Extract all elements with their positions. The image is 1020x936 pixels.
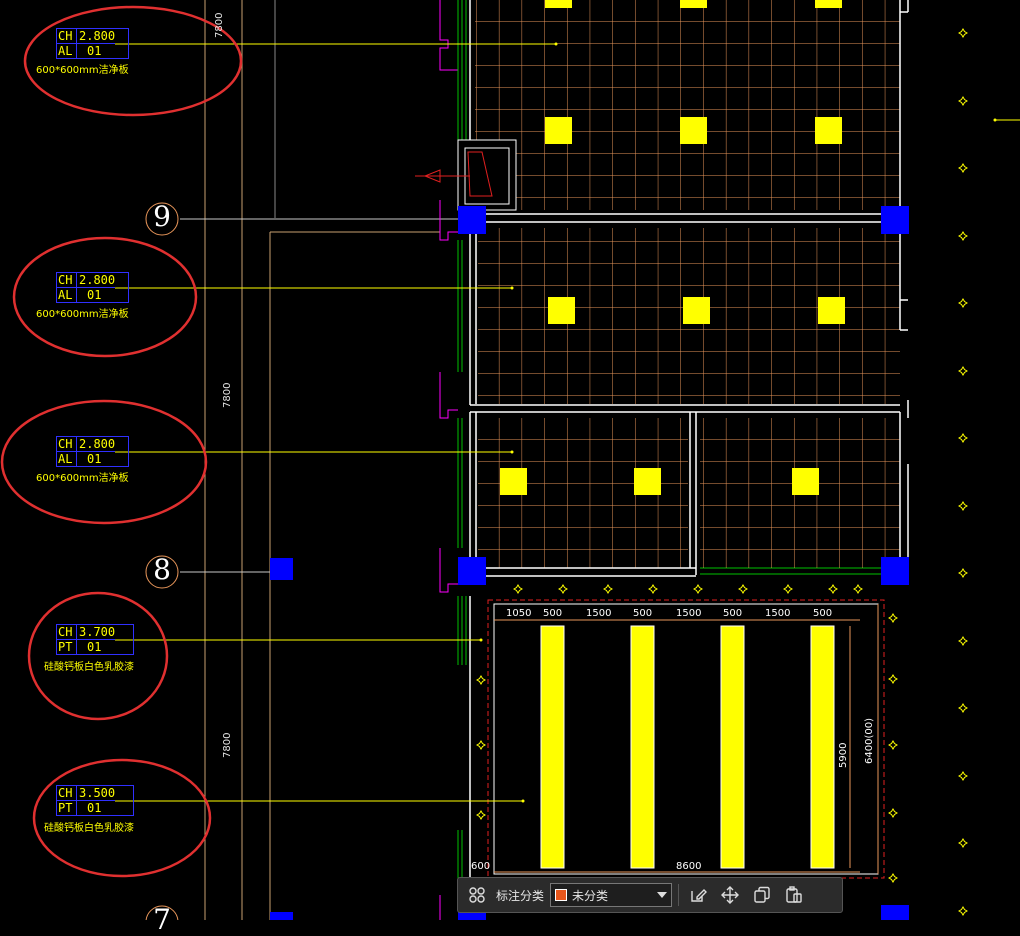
ceiling-marker [693, 584, 703, 594]
ceiling-marker [738, 584, 748, 594]
ceiling-marker [603, 584, 613, 594]
ceiling-marker [888, 808, 898, 818]
leader-dot [479, 638, 483, 642]
ceiling-marker [888, 674, 898, 684]
grid-axis-bubbles [145, 202, 179, 920]
leader-dot [521, 799, 525, 803]
lighting-room [487, 599, 885, 879]
ceiling-marker [888, 873, 898, 883]
ceiling-marker [958, 838, 968, 848]
ceiling-marker [513, 584, 523, 594]
leader-dot [510, 450, 514, 454]
axis-lines [180, 0, 462, 920]
annotation-toolbar: 标注分类 未分类 [457, 877, 843, 913]
ceiling-marker [783, 584, 793, 594]
ceiling-marker [958, 433, 968, 443]
leader-dot [993, 118, 997, 122]
paste-icon[interactable] [781, 882, 807, 908]
chevron-down-icon [657, 892, 668, 898]
leader-dot [510, 286, 514, 290]
ceiling-marker [958, 501, 968, 511]
ceiling-marker [958, 568, 968, 578]
ceiling-marker [958, 231, 968, 241]
ceiling-room-2 [478, 228, 900, 404]
toolbar-divider [678, 884, 680, 906]
ceiling-room-1 [475, 0, 900, 210]
ceiling-marker [828, 584, 838, 594]
grid-icon[interactable] [464, 882, 490, 908]
ceiling-room-3 [478, 418, 688, 568]
ceiling-marker [476, 740, 486, 750]
ceiling-marker [958, 298, 968, 308]
ceiling-marker [476, 810, 486, 820]
category-selected-value: 未分类 [572, 888, 609, 903]
ceiling-marker [648, 584, 658, 594]
move-icon[interactable] [717, 882, 743, 908]
edit-icon[interactable] [685, 882, 711, 908]
ceiling-marker [958, 906, 968, 916]
category-color-swatch [555, 889, 568, 901]
ceiling-marker [958, 771, 968, 781]
outer-wall-contour [439, 0, 458, 920]
ceiling-marker [958, 636, 968, 646]
ceiling-marker [888, 613, 898, 623]
copy-icon[interactable] [749, 882, 775, 908]
ceiling-marker [958, 366, 968, 376]
cad-drawing-canvas[interactable] [0, 0, 1020, 920]
ceiling-marker [558, 584, 568, 594]
leader-dot [554, 42, 558, 46]
category-label: 标注分类 [496, 888, 545, 903]
category-dropdown[interactable]: 未分类 [550, 883, 673, 907]
ceiling-marker [958, 96, 968, 106]
ceiling-marker [853, 584, 863, 594]
ceiling-marker [958, 703, 968, 713]
ceiling-room-4 [700, 418, 900, 568]
ceiling-marker [958, 28, 968, 38]
ceiling-marker [476, 675, 486, 685]
ceiling-marker [888, 740, 898, 750]
ceiling-marker [958, 163, 968, 173]
shaft-box [415, 139, 517, 211]
